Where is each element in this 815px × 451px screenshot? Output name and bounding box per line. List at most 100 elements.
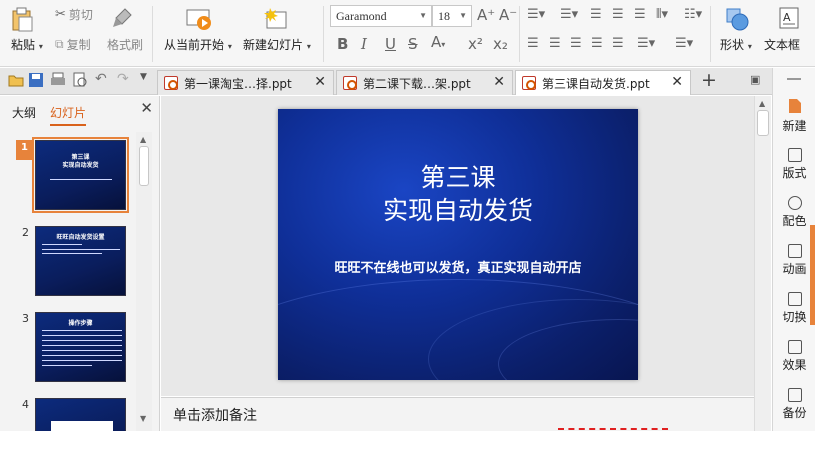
align-center-icon[interactable]: ☰ (549, 36, 561, 51)
decrease-indent-icon[interactable]: ☰ (590, 7, 602, 22)
print-icon[interactable] (50, 72, 66, 88)
main-scrollbar[interactable]: ▲ (754, 96, 771, 431)
bullets-icon[interactable]: ☰▾ (527, 7, 545, 22)
ppt-file-icon (343, 76, 357, 90)
new-slide-label[interactable]: 新建幻灯片 ▾ (243, 36, 311, 53)
ppt-file-icon (522, 76, 536, 90)
open-folder-icon[interactable] (8, 72, 24, 88)
undo-icon[interactable]: ↶ (95, 71, 111, 87)
notes-placeholder[interactable]: 单击添加备注 (173, 405, 257, 425)
font-name-select[interactable]: Garamond ▼ (330, 5, 432, 27)
new-slide-button[interactable] (263, 6, 291, 32)
slide-thumbnail-2[interactable]: 旺旺自动发货设置 (35, 226, 126, 296)
slide-thumbnail-3[interactable]: 操作步骤 (35, 312, 126, 382)
vertical-align-icon[interactable]: ☰▾ (675, 36, 693, 51)
tab-label: 第一课淘宝…择.ppt (184, 76, 292, 91)
copy-button[interactable]: ⧉ 复制 (55, 36, 91, 53)
italic-icon[interactable]: I (361, 35, 367, 53)
taskpane-effects[interactable]: 效果 (773, 340, 815, 373)
scroll-down-icon[interactable]: ▼ (140, 414, 146, 423)
document-tab-bar: ↶ ↷ ▼ 第一课淘宝…择.ppt ✕ 第二课下载…架.ppt ✕ 第三课自动发… (0, 68, 815, 95)
taskpane-label: 新建 (782, 119, 807, 133)
textbox-button[interactable]: A (778, 6, 800, 30)
task-pane: 新建 版式 配色 动画 切换 效果 备份 (772, 68, 815, 431)
transition-icon (787, 292, 802, 306)
save-icon[interactable] (28, 72, 44, 88)
slide-thumbnail-1[interactable]: 第三课 实现自动发货 (32, 137, 129, 213)
scroll-thumb[interactable] (139, 146, 149, 186)
font-size-select[interactable]: 18 ▼ (432, 5, 472, 27)
taskpane-transition[interactable]: 切换 (773, 292, 815, 325)
palette-icon (787, 196, 802, 210)
columns-icon[interactable]: ⫴▾ (656, 7, 668, 22)
justify-icon[interactable]: ☰ (591, 36, 603, 51)
shape-label[interactable]: 形状 ▾ (720, 36, 752, 53)
subscript-icon[interactable]: x₂ (493, 35, 508, 53)
new-doc-icon (788, 99, 801, 113)
ribbon: 粘贴 ▾ ✂ 剪切 ⧉ 复制 格式刷 从当前开始 ▾ 新建幻灯片 ▾ Garamon… (0, 0, 815, 67)
textbox-icon: A (779, 7, 799, 29)
backup-icon (787, 388, 802, 402)
slide-title-line-2[interactable]: 实现自动发货 (278, 194, 638, 227)
paragraph-spacing-icon[interactable]: ☰▾ (637, 36, 655, 51)
new-tab-plus-icon[interactable]: + (701, 69, 717, 91)
taskpane-backup[interactable]: 备份 (773, 388, 815, 421)
scroll-thumb[interactable] (757, 110, 769, 136)
font-color-icon[interactable]: A▾ (431, 33, 445, 51)
from-current-button[interactable] (185, 6, 213, 32)
superscript-icon[interactable]: x² (468, 35, 483, 53)
pane-menu-icon[interactable] (787, 78, 801, 80)
shape-button[interactable] (724, 6, 750, 32)
slide-thumbnail-4[interactable] (35, 398, 126, 431)
redo-icon[interactable]: ↷ (117, 71, 133, 87)
format-painter-label[interactable]: 格式刷 (107, 36, 143, 53)
copy-icon: ⧉ (55, 37, 64, 51)
numbering-icon[interactable]: ☰▾ (560, 7, 578, 22)
close-tab-icon[interactable]: ✕ (493, 74, 505, 90)
animation-star-icon (787, 244, 802, 258)
textbox-label[interactable]: 文本框 (764, 36, 800, 53)
slide-title-line-1[interactable]: 第三课 (278, 161, 638, 194)
format-painter-button[interactable] (110, 6, 134, 30)
document-tab-2[interactable]: 第二课下载…架.ppt ✕ (336, 70, 513, 95)
increase-indent-icon[interactable]: ☰ (612, 7, 624, 22)
align-left-icon[interactable]: ☰ (527, 36, 539, 51)
from-current-label[interactable]: 从当前开始 ▾ (164, 36, 232, 53)
document-tab-1[interactable]: 第一课淘宝…择.ppt ✕ (157, 70, 334, 95)
svg-text:A: A (783, 11, 791, 24)
selected-slide-marker: 1 (16, 140, 34, 160)
current-slide[interactable]: 第三课 实现自动发货 旺旺不在线也可以发货，真正实现自动开店 (278, 109, 638, 380)
paste-label[interactable]: 粘贴 ▾ (11, 36, 43, 53)
panel-scrollbar[interactable]: ▲ ▼ (136, 132, 152, 431)
close-panel-icon[interactable]: ✕ (140, 99, 153, 117)
taskpane-new[interactable]: 新建 (773, 98, 815, 134)
scroll-up-icon[interactable]: ▲ (759, 99, 765, 108)
strikethrough-icon[interactable]: S (408, 35, 418, 53)
text-direction-icon[interactable]: ☷▾ (684, 7, 702, 22)
shrink-font-icon[interactable]: A⁻ (499, 6, 517, 24)
slideshow-play-icon (186, 9, 211, 30)
close-tab-icon[interactable]: ✕ (671, 74, 683, 90)
distribute-icon[interactable]: ☰ (612, 36, 624, 51)
taskpane-animation[interactable]: 动画 (773, 244, 815, 277)
close-tab-icon[interactable]: ✕ (314, 74, 326, 90)
grow-font-icon[interactable]: A⁺ (477, 6, 495, 24)
paste-icon (12, 7, 33, 32)
tab-list-icon[interactable]: ▣ (750, 73, 760, 86)
taskpane-color-scheme[interactable]: 配色 (773, 196, 815, 229)
scroll-up-icon[interactable]: ▲ (140, 135, 146, 144)
cut-button[interactable]: ✂ 剪切 (55, 6, 93, 23)
document-tab-3-active[interactable]: 第三课自动发货.ppt ✕ (515, 70, 691, 95)
slide-subtitle[interactable]: 旺旺不在线也可以发货，真正实现自动开店 (278, 257, 638, 276)
tab-slides[interactable]: 幻灯片 (50, 104, 87, 126)
underline-icon[interactable]: U (385, 35, 396, 53)
tab-outline[interactable]: 大纲 (12, 104, 36, 126)
print-preview-icon[interactable] (72, 72, 88, 88)
line-spacing-icon[interactable]: ☰ (634, 7, 646, 22)
taskpane-label: 配色 (782, 214, 807, 228)
quick-access-dropdown-icon[interactable]: ▼ (140, 72, 156, 88)
taskpane-layout[interactable]: 版式 (773, 148, 815, 181)
bold-icon[interactable]: B (337, 35, 348, 53)
paste-button[interactable] (10, 6, 34, 32)
align-right-icon[interactable]: ☰ (570, 36, 582, 51)
